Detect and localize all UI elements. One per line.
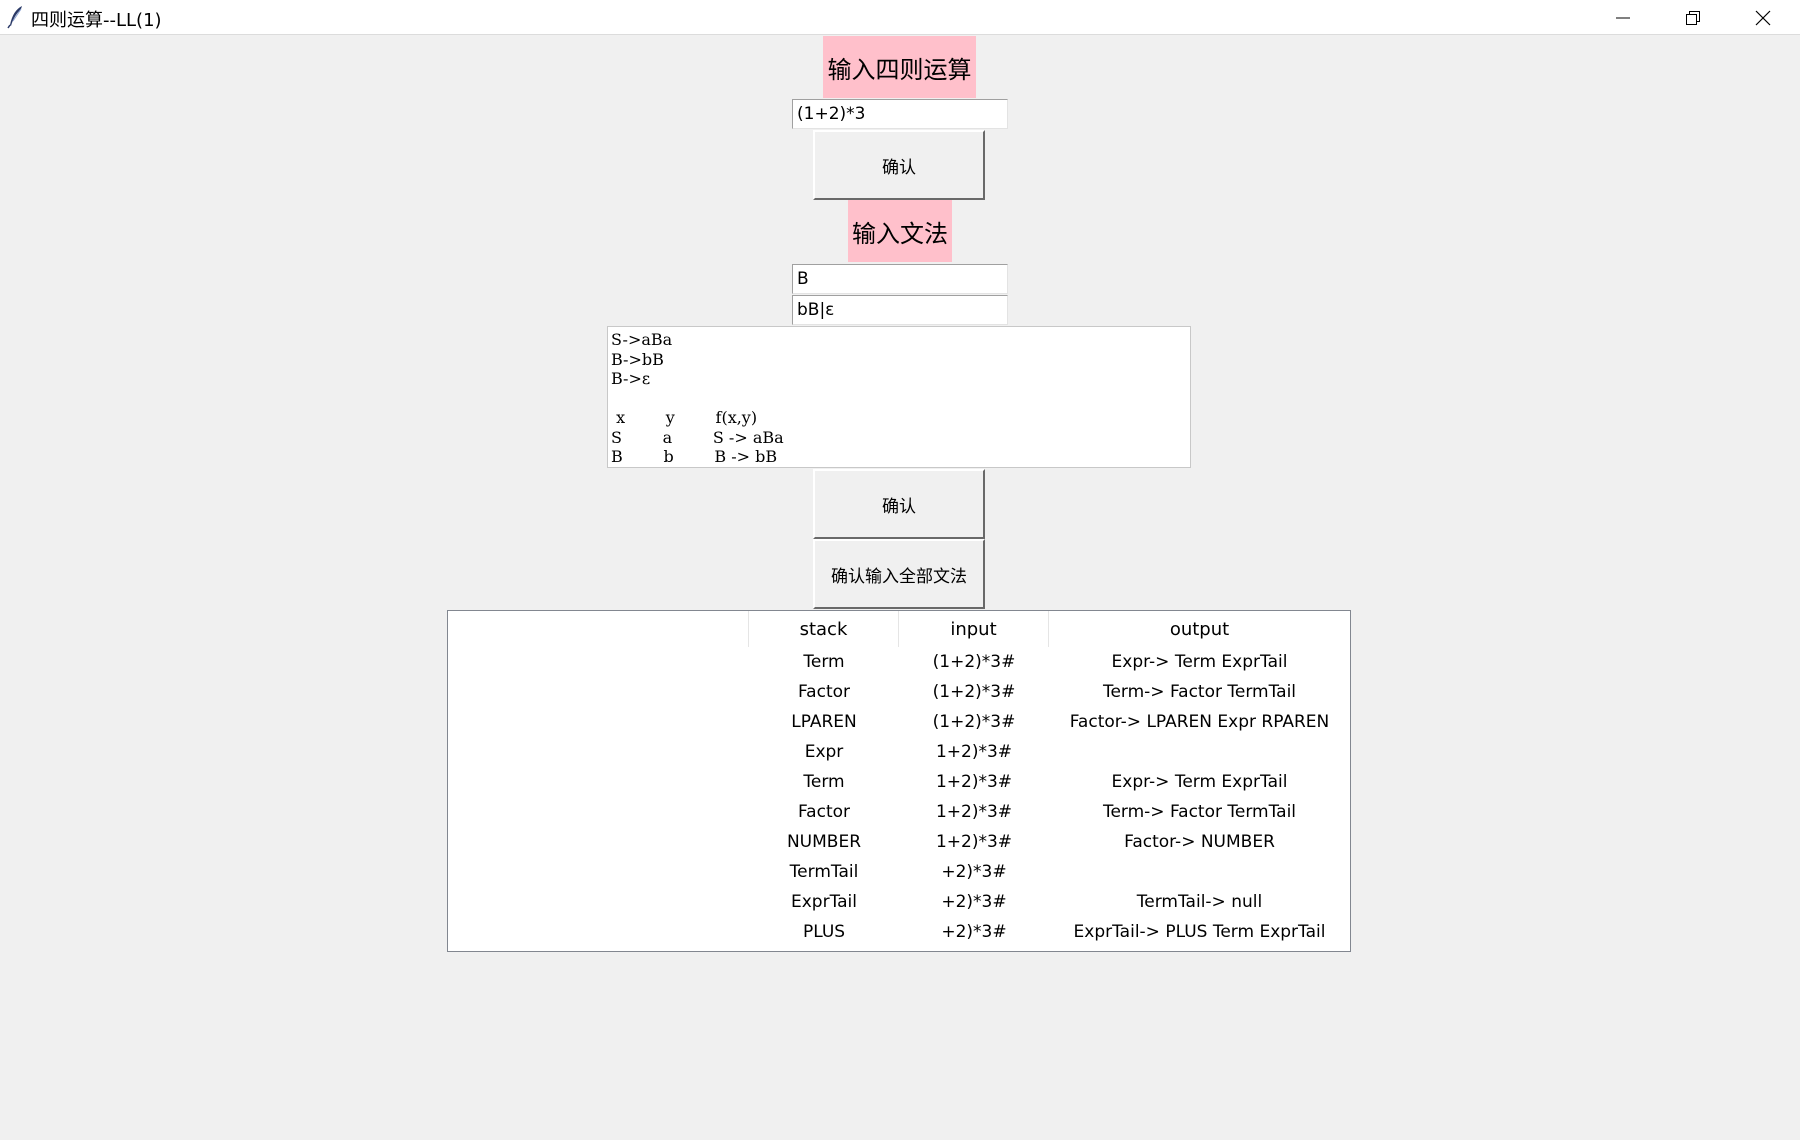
table-row[interactable]: NUMBER 1+2)*3# Factor-> NUMBER [448, 827, 1350, 857]
table-body: Term (1+2)*3# Expr-> Term ExprTail Facto… [448, 647, 1350, 947]
table-row[interactable]: Factor (1+2)*3# Term-> Factor TermTail [448, 677, 1350, 707]
stack-cell: Factor [797, 682, 851, 702]
table-row[interactable]: TermTail +2)*3# [448, 857, 1350, 887]
input-cell: +2)*3# [941, 862, 1007, 882]
output-cell: ExprTail-> PLUS Term ExprTail [1073, 922, 1326, 942]
tree-cell [448, 857, 749, 887]
confirm-grammar-button[interactable]: 确认 [813, 469, 985, 539]
output-cell: Factor-> LPAREN Expr RPAREN [1069, 712, 1330, 732]
table-row[interactable]: Expr 1+2)*3# [448, 737, 1350, 767]
tree-cell [448, 887, 749, 917]
tree-cell [448, 767, 749, 797]
stack-cell: Expr [804, 742, 844, 762]
stack-cell: Factor [797, 802, 851, 822]
tree-cell [448, 707, 749, 737]
window-title: 四则运算--LL(1) [31, 10, 162, 31]
output-cell: TermTail-> null [1136, 892, 1263, 912]
tree-cell [448, 737, 749, 767]
input-cell: +2)*3# [941, 922, 1007, 942]
tree-cell [448, 797, 749, 827]
grammar-right-input[interactable] [792, 295, 1008, 325]
input-cell: 1+2)*3# [935, 832, 1013, 852]
output-cell [1049, 857, 1350, 887]
output-cell: Term-> Factor TermTail [1102, 802, 1297, 822]
column-header-output[interactable]: output [1049, 611, 1350, 647]
input-cell: (1+2)*3# [932, 652, 1016, 672]
column-header-stack[interactable]: stack [749, 611, 899, 647]
tree-cell [448, 827, 749, 857]
input-cell: +2)*3# [941, 892, 1007, 912]
table-row[interactable]: Term 1+2)*3# Expr-> Term ExprTail [448, 767, 1350, 797]
stack-cell: LPAREN [791, 712, 857, 732]
stack-cell: Term [803, 652, 845, 672]
stack-cell: PLUS [802, 922, 846, 942]
output-cell: Expr-> Term ExprTail [1111, 772, 1288, 792]
grammar-output-text[interactable]: S->aBa B->bB B->ε x y f(x,y) S a S -> aB… [607, 326, 1191, 468]
stack-cell: NUMBER [786, 832, 862, 852]
grammar-left-input[interactable] [792, 264, 1008, 294]
output-cell: Term-> Factor TermTail [1102, 682, 1297, 702]
minimize-icon [1616, 11, 1630, 25]
close-icon [1755, 10, 1771, 26]
input-cell: 1+2)*3# [935, 772, 1013, 792]
output-cell [1049, 737, 1350, 767]
arith-label: 输入四则运算 [823, 36, 976, 98]
column-header-tree[interactable] [448, 611, 749, 647]
expression-input[interactable] [792, 99, 1008, 129]
output-cell: Factor-> NUMBER [1124, 832, 1275, 852]
restore-icon [1686, 10, 1700, 25]
table-row[interactable]: Term (1+2)*3# Expr-> Term ExprTail [448, 647, 1350, 677]
tree-cell [448, 647, 749, 677]
table-row[interactable]: LPAREN (1+2)*3# Factor-> LPAREN Expr RPA… [448, 707, 1350, 737]
input-cell: 1+2)*3# [935, 742, 1013, 762]
parse-table[interactable]: stack input output Term (1+2)*3# Expr-> … [447, 610, 1351, 952]
input-cell: (1+2)*3# [932, 682, 1016, 702]
column-header-input[interactable]: input [899, 611, 1049, 647]
stack-cell: Term [803, 772, 845, 792]
confirm-expression-button[interactable]: 确认 [813, 130, 985, 200]
stack-cell: ExprTail [790, 892, 858, 912]
title-bar: 四则运算--LL(1) [0, 0, 1800, 35]
table-header: stack input output [448, 611, 1350, 647]
table-row[interactable]: PLUS +2)*3# ExprTail-> PLUS Term ExprTai… [448, 917, 1350, 947]
input-cell: (1+2)*3# [932, 712, 1016, 732]
tree-cell [448, 677, 749, 707]
output-cell: Expr-> Term ExprTail [1111, 652, 1288, 672]
confirm-all-grammar-button[interactable]: 确认输入全部文法 [813, 539, 985, 609]
minimize-button[interactable] [1588, 0, 1658, 35]
table-row[interactable]: Factor 1+2)*3# Term-> Factor TermTail [448, 797, 1350, 827]
table-row[interactable]: ExprTail +2)*3# TermTail-> null [448, 887, 1350, 917]
feather-icon [7, 5, 25, 29]
grammar-label: 输入文法 [848, 200, 952, 262]
tree-cell [448, 917, 749, 947]
close-button[interactable] [1728, 0, 1798, 35]
app-window: 四则运算--LL(1) 输入四则运算 确认 [0, 0, 1800, 1140]
maximize-button[interactable] [1658, 0, 1728, 35]
stack-cell: TermTail [789, 862, 859, 882]
input-cell: 1+2)*3# [935, 802, 1013, 822]
